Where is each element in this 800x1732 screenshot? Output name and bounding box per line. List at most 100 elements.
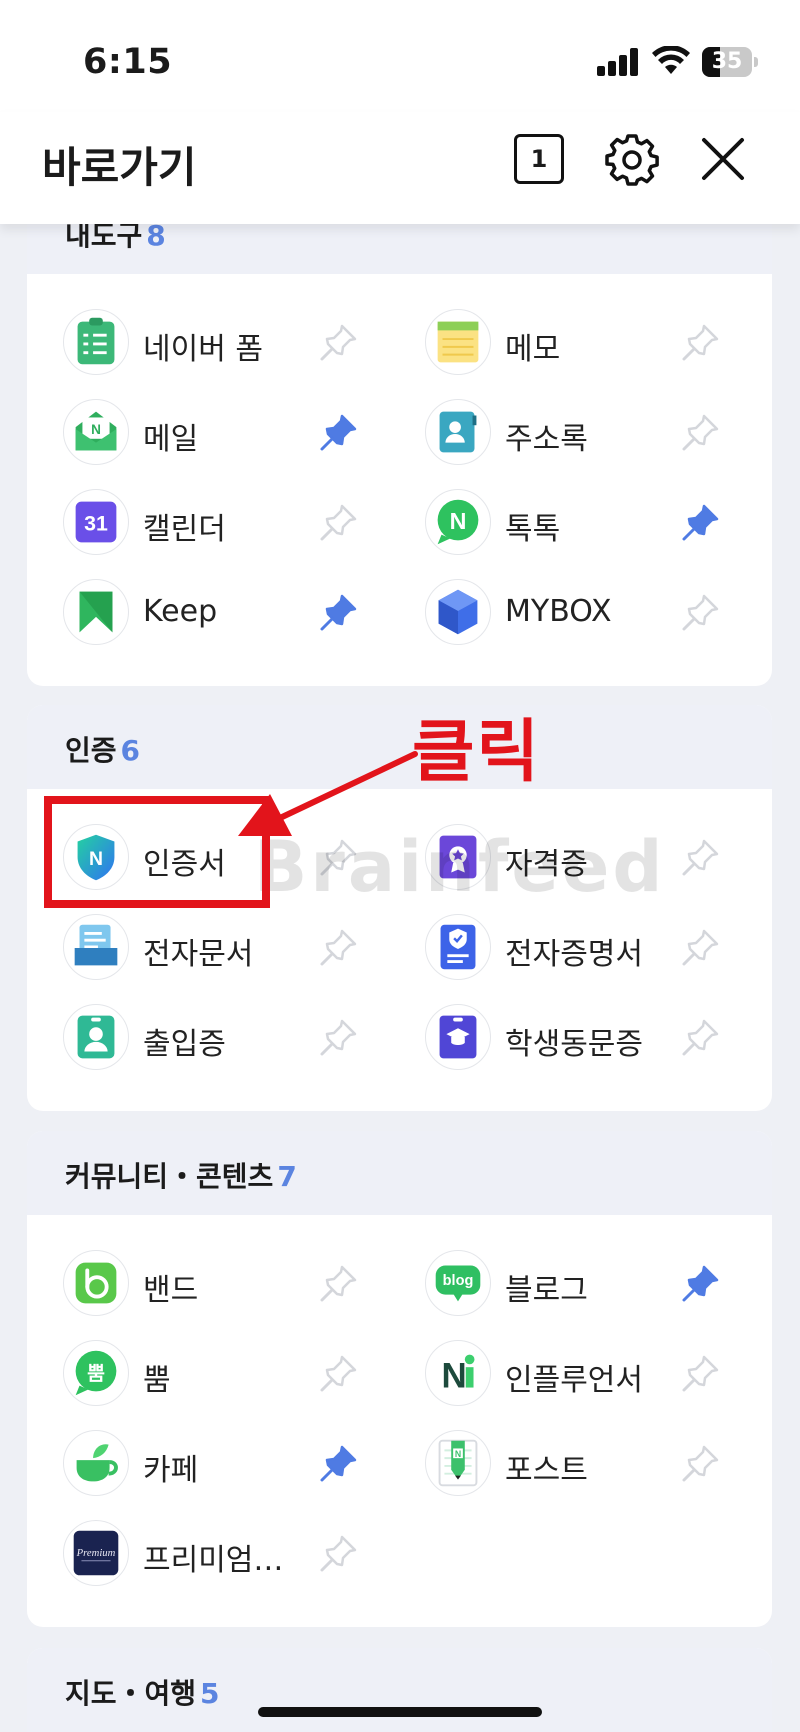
- calendar-icon: 31: [63, 489, 129, 555]
- shortcut-item[interactable]: 메모: [389, 298, 753, 388]
- pin-icon[interactable]: [317, 1533, 359, 1575]
- shortcut-item[interactable]: 네이버 폼: [27, 298, 391, 388]
- section-count: 6: [120, 734, 141, 767]
- pin-active-icon[interactable]: [679, 502, 721, 544]
- shortcut-item[interactable]: N 인플루언서: [389, 1329, 753, 1419]
- pin-active-icon[interactable]: [679, 1263, 721, 1305]
- shortcut-item[interactable]: 뿜뿜: [27, 1329, 391, 1419]
- section-community-contents: 커뮤니티・콘텐츠 7 밴드 blog 블로그 뿜뿜 N 인플루언서 카페 N 포스트 P…: [27, 1131, 772, 1627]
- memo-icon: [425, 309, 491, 375]
- cafe-icon: [63, 1430, 129, 1496]
- shortcut-label: 네이버 폼: [143, 332, 263, 367]
- shortcut-label: 블로그: [505, 1273, 588, 1308]
- band-icon: [63, 1250, 129, 1316]
- contacts-icon: [425, 399, 491, 465]
- svg-text:31: 31: [84, 512, 108, 536]
- tab-count-button[interactable]: 1: [514, 134, 564, 184]
- pin-active-icon[interactable]: [317, 412, 359, 454]
- wifi-icon: [652, 46, 690, 74]
- access-pass-icon: [63, 1004, 129, 1070]
- section-title: 지도・여행 5: [65, 1677, 220, 1710]
- student-alumni-card-icon: [425, 1004, 491, 1070]
- shortcut-item[interactable]: 밴드: [27, 1239, 391, 1329]
- pin-icon[interactable]: [679, 412, 721, 454]
- svg-text:N: N: [450, 508, 467, 534]
- license-icon: [425, 824, 491, 890]
- shortcut-label: 주소록: [505, 422, 588, 457]
- svg-text:Premium: Premium: [76, 1548, 116, 1559]
- shortcut-item[interactable]: 출입증: [27, 993, 391, 1083]
- pin-icon[interactable]: [679, 592, 721, 634]
- pin-icon[interactable]: [317, 1017, 359, 1059]
- shortcut-label: 학생동문증: [505, 1027, 643, 1062]
- shortcut-label: 카페: [143, 1453, 199, 1488]
- pin-icon[interactable]: [317, 1263, 359, 1305]
- pin-active-icon[interactable]: [317, 1443, 359, 1485]
- battery-level: 35: [711, 49, 743, 74]
- pin-icon[interactable]: [679, 322, 721, 364]
- top-header: 바로가기 1: [0, 112, 800, 224]
- shortcut-item[interactable]: 전자증명서: [389, 903, 753, 993]
- shortcut-item[interactable]: 주소록: [389, 388, 753, 478]
- shortcut-item[interactable]: Keep: [27, 568, 391, 658]
- gear-icon[interactable]: [604, 132, 660, 188]
- shortcut-label: 자격증: [505, 847, 588, 882]
- premium-contents-icon: Premium: [63, 1520, 129, 1586]
- annotation-arrow-icon: [238, 751, 418, 836]
- pin-active-icon[interactable]: [317, 592, 359, 634]
- shortcut-item[interactable]: N 포스트: [389, 1419, 753, 1509]
- shortcut-item[interactable]: N 메일: [27, 388, 391, 478]
- mybox-icon: [425, 579, 491, 645]
- naver-form-icon: [63, 309, 129, 375]
- svg-text:뿜: 뿜: [87, 1362, 105, 1385]
- shortcut-item[interactable]: N 톡톡: [389, 478, 753, 568]
- shortcut-label: 프리미엄…: [143, 1543, 284, 1578]
- section-my-tools: 내도구 8 네이버 폼 메모 N 메일 주소록 31 캘린더 N 톡톡 Keep MYB…: [27, 190, 772, 686]
- svg-text:N: N: [442, 1357, 467, 1396]
- svg-text:N: N: [91, 422, 101, 437]
- section-title: 커뮤니티・콘텐츠 7: [65, 1160, 297, 1193]
- shortcut-item[interactable]: 자격증: [389, 813, 753, 903]
- talktalk-icon: N: [425, 489, 491, 555]
- pin-icon[interactable]: [317, 502, 359, 544]
- influencer-icon: N: [425, 1340, 491, 1406]
- ppum-icon: 뿜: [63, 1340, 129, 1406]
- shortcut-item[interactable]: Premium 프리미엄…: [27, 1509, 391, 1599]
- section-map-travel: 지도・여행 5: [27, 1648, 772, 1732]
- shortcut-label: 포스트: [505, 1453, 588, 1488]
- pin-icon[interactable]: [679, 1443, 721, 1485]
- shortcut-label: Keep: [143, 594, 218, 629]
- shortcut-label: 메일: [143, 422, 199, 457]
- svg-text:blog: blog: [443, 1273, 474, 1289]
- shortcut-item[interactable]: 카페: [27, 1419, 391, 1509]
- shortcut-item[interactable]: 학생동문증: [389, 993, 753, 1083]
- shortcut-label: 캘린더: [143, 512, 226, 547]
- shortcut-item[interactable]: blog 블로그: [389, 1239, 753, 1329]
- section-header: 커뮤니티・콘텐츠 7: [27, 1131, 772, 1215]
- section-count: 7: [277, 1160, 297, 1193]
- pin-icon[interactable]: [317, 1353, 359, 1395]
- shortcut-label: MYBOX: [505, 594, 612, 629]
- pin-icon[interactable]: [679, 927, 721, 969]
- section-title: 인증 6: [65, 734, 141, 767]
- home-indicator: [258, 1707, 542, 1717]
- shortcut-item[interactable]: MYBOX: [389, 568, 753, 658]
- close-icon[interactable]: [698, 134, 748, 184]
- section-count: 5: [200, 1677, 220, 1710]
- shortcut-label: 출입증: [143, 1027, 226, 1062]
- keep-icon: [63, 579, 129, 645]
- pin-icon[interactable]: [679, 1353, 721, 1395]
- shortcut-label: 전자증명서: [505, 937, 643, 972]
- pin-icon[interactable]: [317, 322, 359, 364]
- shortcut-item[interactable]: 전자문서: [27, 903, 391, 993]
- e-document-icon: [63, 914, 129, 980]
- pin-icon[interactable]: [317, 927, 359, 969]
- shortcut-item[interactable]: 31 캘린더: [27, 478, 391, 568]
- pin-icon[interactable]: [679, 837, 721, 879]
- post-icon: N: [425, 1430, 491, 1496]
- cellular-signal-icon: [597, 48, 639, 76]
- pin-icon[interactable]: [679, 1017, 721, 1059]
- battery-icon: 35: [702, 47, 758, 77]
- status-bar: 6:15 35: [0, 0, 800, 112]
- e-certificate-icon: [425, 914, 491, 980]
